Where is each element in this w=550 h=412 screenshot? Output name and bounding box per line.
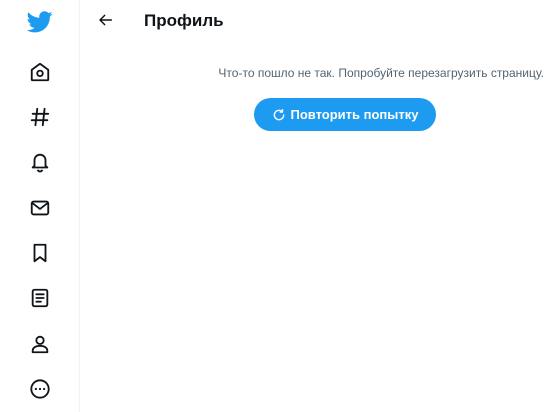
profile-icon [29,333,51,355]
sidebar-item-more[interactable] [20,369,60,409]
app-window: Профиль Что-то пошло не так. Попробуйте … [0,0,550,412]
back-button[interactable] [90,6,122,38]
bell-icon [29,151,51,173]
page-header: Профиль [80,0,550,44]
refresh-icon [272,108,286,122]
sidebar-item-home[interactable] [20,52,60,92]
sidebar-item-explore[interactable] [20,97,60,137]
sidebar [0,0,80,412]
error-message: Что-то пошло не так. Попробуйте перезагр… [218,66,544,80]
more-icon [29,378,51,400]
retry-button-label: Повторить попытку [290,107,419,122]
home-icon [29,61,51,83]
retry-button[interactable]: Повторить попытку [254,98,436,131]
main-column: Профиль Что-то пошло не так. Попробуйте … [80,0,550,412]
sidebar-item-messages[interactable] [20,188,60,228]
sidebar-item-profile[interactable] [20,324,60,364]
hashtag-icon [29,106,51,128]
sidebar-item-notifications[interactable] [20,142,60,182]
arrow-left-icon [98,12,114,33]
mail-icon [29,197,51,219]
page-title: Профиль [144,11,224,30]
sidebar-item-lists[interactable] [20,278,60,318]
list-icon [29,287,51,309]
sidebar-item-bookmarks[interactable] [20,233,60,273]
bookmark-icon [29,242,51,264]
twitter-bird-icon [27,11,53,33]
twitter-logo-link[interactable] [20,2,60,42]
